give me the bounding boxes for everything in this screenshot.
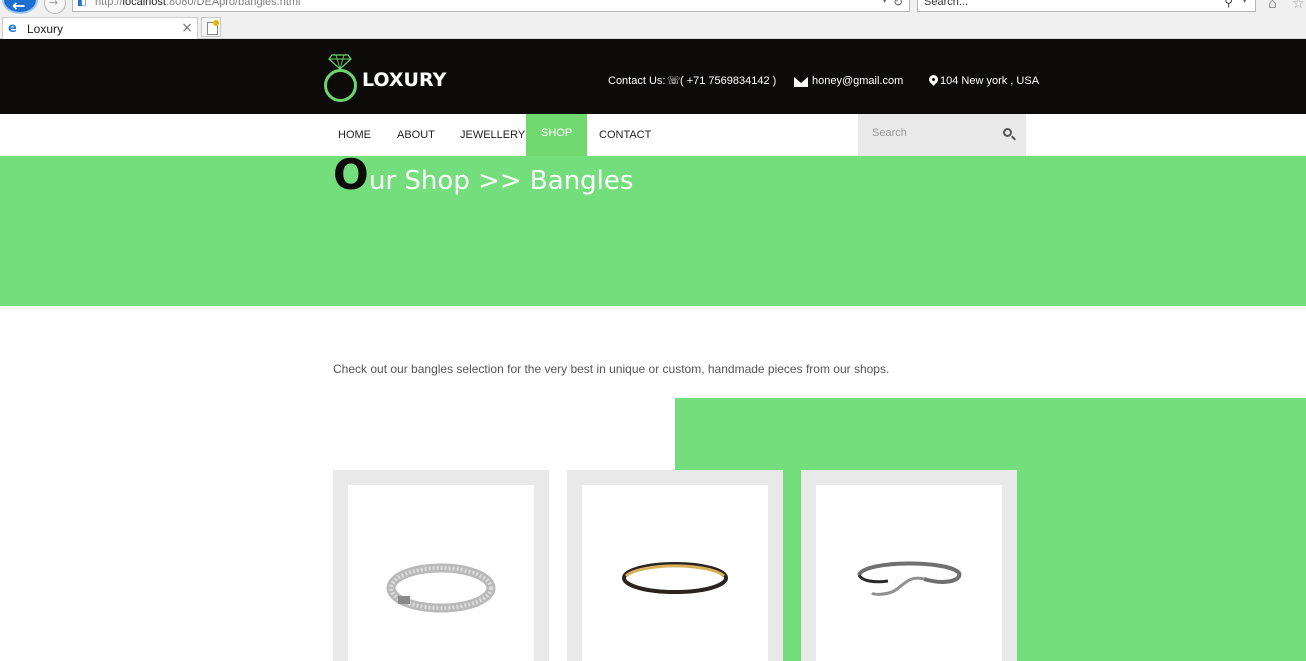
site-search-input[interactable]: Search bbox=[858, 114, 1026, 156]
chevron-down-icon[interactable]: ▾ bbox=[1242, 0, 1247, 6]
search-icon[interactable]: ⚲ bbox=[1224, 0, 1233, 9]
search-icon[interactable] bbox=[1003, 128, 1012, 137]
email-address[interactable]: honey@gmail.com bbox=[812, 75, 903, 87]
product-card[interactable] bbox=[567, 470, 783, 661]
tab-loxury[interactable]: e Loxury × bbox=[2, 17, 198, 39]
mail-icon bbox=[794, 77, 808, 87]
diamond-icon bbox=[328, 54, 352, 70]
tab-title: Loxury bbox=[27, 22, 64, 36]
product-image-frame[interactable] bbox=[348, 485, 534, 661]
browser-toolbar: ◧ http://localhost:8080/DEApro/bangles.h… bbox=[0, 0, 1306, 16]
product-image-frame[interactable] bbox=[816, 485, 1002, 661]
page-banner: O ur Shop >> Bangles bbox=[0, 150, 1306, 306]
product-image-frame[interactable] bbox=[582, 485, 768, 661]
location-text: 104 New york , USA bbox=[940, 75, 1040, 87]
phone-icon: ☏ bbox=[667, 74, 681, 87]
logo-text[interactable]: LOXURY bbox=[362, 69, 446, 91]
nav-item-shop[interactable]: SHOP bbox=[526, 114, 588, 156]
location-pin-icon bbox=[927, 73, 940, 86]
back-button[interactable] bbox=[2, 0, 38, 15]
address-bar[interactable]: ◧ http://localhost:8080/DEApro/bangles.h… bbox=[72, 0, 910, 12]
nav-item-about[interactable]: ABOUT bbox=[391, 114, 441, 156]
address-dropdown-icon[interactable]: ▾ bbox=[882, 0, 887, 6]
gold-bangle-icon[interactable] bbox=[620, 560, 730, 600]
page-icon: ◧ bbox=[77, 0, 87, 8]
product-card[interactable] bbox=[333, 470, 549, 661]
browser-search-input[interactable]: Search... ⚲ ▾ bbox=[917, 0, 1256, 12]
nav-item-jewellery[interactable]: JEWELLERY bbox=[454, 114, 531, 156]
banner-initial: O bbox=[333, 150, 369, 199]
tab-bar: e Loxury × bbox=[0, 16, 1306, 39]
nav-item-contact[interactable]: CONTACT bbox=[593, 114, 657, 156]
intro-text: Check out our bangles selection for the … bbox=[333, 362, 890, 376]
silver-bangle-icon[interactable] bbox=[386, 560, 496, 620]
ring-logo-icon[interactable] bbox=[324, 69, 357, 102]
address-url: http://localhost:8080/DEApro/bangles.htm… bbox=[95, 0, 301, 8]
new-tab-button[interactable] bbox=[201, 17, 221, 37]
close-icon[interactable]: × bbox=[181, 20, 193, 36]
site-search-placeholder: Search bbox=[872, 127, 907, 139]
contact-label: Contact Us: bbox=[608, 75, 666, 87]
site-header: LOXURY Contact Us: ☏ ( +71 7569834142 ) … bbox=[0, 39, 1306, 114]
forward-button[interactable] bbox=[44, 0, 66, 14]
main-nav: HOME ABOUT JEWELLERY SHOP CONTACT Search bbox=[0, 114, 1306, 156]
twisted-bangle-icon[interactable] bbox=[854, 555, 964, 605]
refresh-icon[interactable]: ↻ bbox=[893, 0, 903, 9]
ie-icon: e bbox=[8, 21, 17, 36]
page-title: ur Shop >> Bangles bbox=[369, 166, 634, 196]
star-icon[interactable]: ☆ bbox=[1292, 0, 1305, 12]
product-card[interactable] bbox=[801, 470, 1017, 661]
home-icon[interactable]: ⌂ bbox=[1268, 0, 1277, 12]
browser-search-placeholder: Search... bbox=[924, 0, 969, 8]
phone-number: ( +71 7569834142 ) bbox=[680, 75, 777, 87]
